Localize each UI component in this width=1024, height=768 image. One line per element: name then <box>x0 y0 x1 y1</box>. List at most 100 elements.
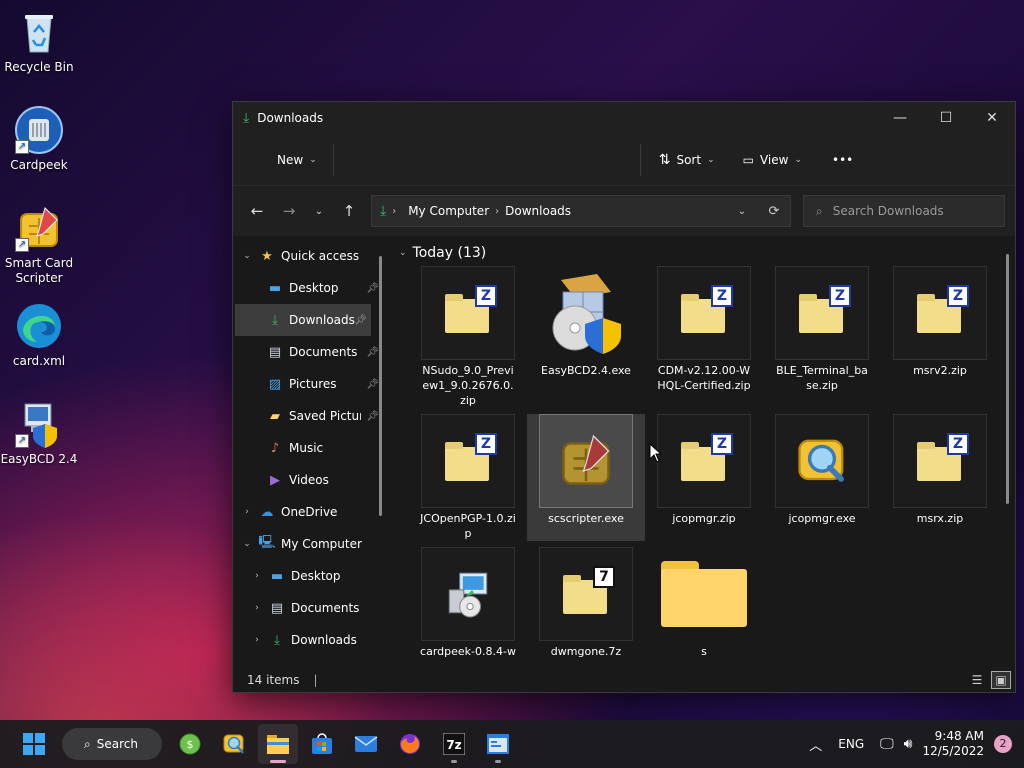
content-scrollbar[interactable] <box>1006 254 1009 504</box>
clock[interactable]: 9:48 AM 12/5/2022 <box>922 729 984 759</box>
forward-button[interactable]: → <box>273 195 305 227</box>
taskbar-app-jcopmgr[interactable] <box>214 724 254 764</box>
nav-scrollbar[interactable] <box>379 256 382 516</box>
file-item[interactable]: 7 dwmgone.7z <box>527 547 645 659</box>
address-row: ← → ⌄ ↑ ⤓ › My Computer › Downloads ⌄ ⟳ … <box>233 186 1015 236</box>
network-icon[interactable]: 🖵︎ <box>880 736 894 752</box>
close-button[interactable]: ✕ <box>969 102 1015 134</box>
file-thumbnail: Z <box>657 414 751 508</box>
maximize-button[interactable]: ☐ <box>923 102 969 134</box>
nav-label: Music <box>289 441 324 455</box>
desktop-icon-card-xml[interactable]: card.xml <box>0 302 78 369</box>
running-indicator <box>495 760 501 763</box>
nav-item-music[interactable]: ♪ Music <box>233 432 383 464</box>
group-header-today[interactable]: ⌄ Today (13) <box>399 240 1015 266</box>
desktop-icon-recycle-bin[interactable]: Recycle Bin <box>0 8 78 75</box>
taskbar-app-control-panel[interactable] <box>478 724 518 764</box>
large-icons-view-button[interactable]: ▣ <box>991 671 1011 689</box>
file-thumbnail <box>421 547 515 641</box>
details-view-button[interactable]: ☰ <box>967 671 987 689</box>
smart-card-scripter-icon <box>562 434 610 485</box>
address-bar[interactable]: ⤓ › My Computer › Downloads ⌄ ⟳ <box>371 195 791 227</box>
desktop-icon-label: Smart Card Scripter <box>4 256 74 285</box>
expand-chevron-icon: › <box>255 635 259 645</box>
status-bar: 14 items | ☰ ▣ <box>233 668 1015 692</box>
svg-text:$: $ <box>187 738 194 751</box>
zip-file-icon: Z <box>917 433 969 481</box>
file-item[interactable]: Z jcopmgr.zip <box>645 414 763 541</box>
search-icon: ⌕ <box>84 736 91 751</box>
file-item[interactable]: Z JCOpenPGP-1.0.zip <box>409 414 527 541</box>
explorer-body: ⌄ ★ Quick access ▬ Desktop 📌︎ ⤓ Download… <box>233 236 1015 668</box>
title-bar[interactable]: ⤓ Downloads — ☐ ✕ <box>233 102 1015 134</box>
start-button[interactable] <box>14 724 54 764</box>
nav-item-computer-documents[interactable]: › ▤ Documents <box>233 592 383 624</box>
pin-icon: 📌︎ <box>366 346 379 358</box>
file-item[interactable]: Z msrx.zip <box>881 414 999 541</box>
taskbar-app-firefox[interactable] <box>390 724 430 764</box>
file-item[interactable]: jcopmgr.exe <box>763 414 881 541</box>
taskbar-search-button[interactable]: ⌕ Search <box>62 728 162 760</box>
nav-label: My Computer <box>281 537 362 551</box>
desktop-icon-cardpeek[interactable]: ↗ Cardpeek <box>0 106 78 173</box>
firefox-icon <box>400 734 420 754</box>
file-item[interactable]: cardpeek-0.8.4-w <box>409 547 527 659</box>
taskbar-app-7zip[interactable]: 7z <box>434 724 474 764</box>
refresh-button[interactable]: ⟳ <box>758 204 790 219</box>
notification-badge[interactable]: 2 <box>994 735 1012 753</box>
back-button[interactable]: ← <box>241 195 273 227</box>
nav-item-documents[interactable]: ▤ Documents 📌︎ <box>233 336 383 368</box>
file-item[interactable]: Z NSudo_9.0_Preview1_9.0.2676.0.zip <box>409 266 527 408</box>
navigation-pane: ⌄ ★ Quick access ▬ Desktop 📌︎ ⤓ Download… <box>233 236 383 668</box>
file-item[interactable]: Z BLE_Terminal_base.zip <box>763 266 881 408</box>
nav-my-computer[interactable]: ⌄ 🖳︎ My Computer <box>233 528 383 560</box>
nav-onedrive[interactable]: › ☁ OneDrive <box>233 496 383 528</box>
taskbar-app-green[interactable]: $ <box>170 724 210 764</box>
nav-item-desktop[interactable]: ▬ Desktop 📌︎ <box>233 272 383 304</box>
nav-item-saved-pictures[interactable]: ▰ Saved Pictur 📌︎ <box>233 400 383 432</box>
desktop-folder-icon: ▬ <box>270 568 284 584</box>
more-options-button[interactable]: ••• <box>822 147 863 173</box>
taskbar-app-store[interactable] <box>302 724 342 764</box>
nav-item-downloads[interactable]: ⤓ Downloads 📌︎ <box>235 304 371 336</box>
taskbar-app-mail[interactable] <box>346 724 386 764</box>
file-item[interactable]: Z CDM-v2.12.00-WHQL-Certified.zip <box>645 266 763 408</box>
up-button[interactable]: ↑ <box>333 195 365 227</box>
recent-locations-button[interactable]: ⌄ <box>305 195 333 227</box>
file-name: NSudo_9.0_Preview1_9.0.2676.0.zip <box>422 364 514 407</box>
sort-icon: ⇅ <box>658 151 671 168</box>
file-item-selected[interactable]: scscripter.exe <box>527 414 645 541</box>
language-indicator[interactable]: ENG <box>838 737 864 751</box>
sort-button[interactable]: ⇅ Sort ⌄ <box>649 146 725 174</box>
minimize-button[interactable]: — <box>877 102 923 134</box>
nav-item-computer-downloads[interactable]: › ⤓ Downloads <box>233 624 383 656</box>
new-button[interactable]: New ⌄ <box>267 147 327 173</box>
desktop-icon-easybcd[interactable]: ↗ EasyBCD 2.4 <box>0 400 78 467</box>
view-button[interactable]: ▭ View ⌄ <box>733 147 812 173</box>
music-icon: ♪ <box>270 440 280 456</box>
nav-item-videos[interactable]: ▶ Videos <box>233 464 383 496</box>
file-explorer-window: ⤓ Downloads — ☐ ✕ New ⌄ ⇅ Sort ⌄ ▭ View … <box>232 101 1016 693</box>
installer-icon <box>448 572 488 618</box>
breadcrumb-downloads[interactable]: Downloads <box>505 204 571 218</box>
file-item[interactable]: Z msrv2.zip <box>881 266 999 408</box>
nav-label: Pictures <box>289 377 337 391</box>
search-input[interactable]: ⌕ Search Downloads <box>803 195 1005 227</box>
taskbar-app-file-explorer[interactable] <box>258 724 298 764</box>
volume-icon[interactable]: 🔊︎ <box>904 736 913 752</box>
downloads-icon: ⤓ <box>380 203 387 219</box>
file-item[interactable]: EasyBCD2.4.exe <box>527 266 645 408</box>
desktop-icon-smart-card-scripter[interactable]: ↗ Smart Card Scripter <box>0 204 78 286</box>
file-item[interactable]: s <box>645 547 763 659</box>
file-explorer-icon <box>267 735 289 754</box>
chevron-up-icon[interactable]: ︿ <box>809 735 822 754</box>
pin-icon: 📌︎ <box>354 314 367 326</box>
zip-file-icon: Z <box>799 285 851 333</box>
nav-quick-access[interactable]: ⌄ ★ Quick access <box>233 240 383 272</box>
nav-item-computer-desktop[interactable]: › ▬ Desktop <box>233 560 383 592</box>
downloads-icon: ⤓ <box>274 632 280 648</box>
file-name: EasyBCD2.4.exe <box>541 364 631 377</box>
address-history-chevron-icon[interactable]: ⌄ <box>726 206 758 217</box>
nav-item-pictures[interactable]: ▨ Pictures 📌︎ <box>233 368 383 400</box>
breadcrumb-my-computer[interactable]: My Computer <box>408 204 489 218</box>
